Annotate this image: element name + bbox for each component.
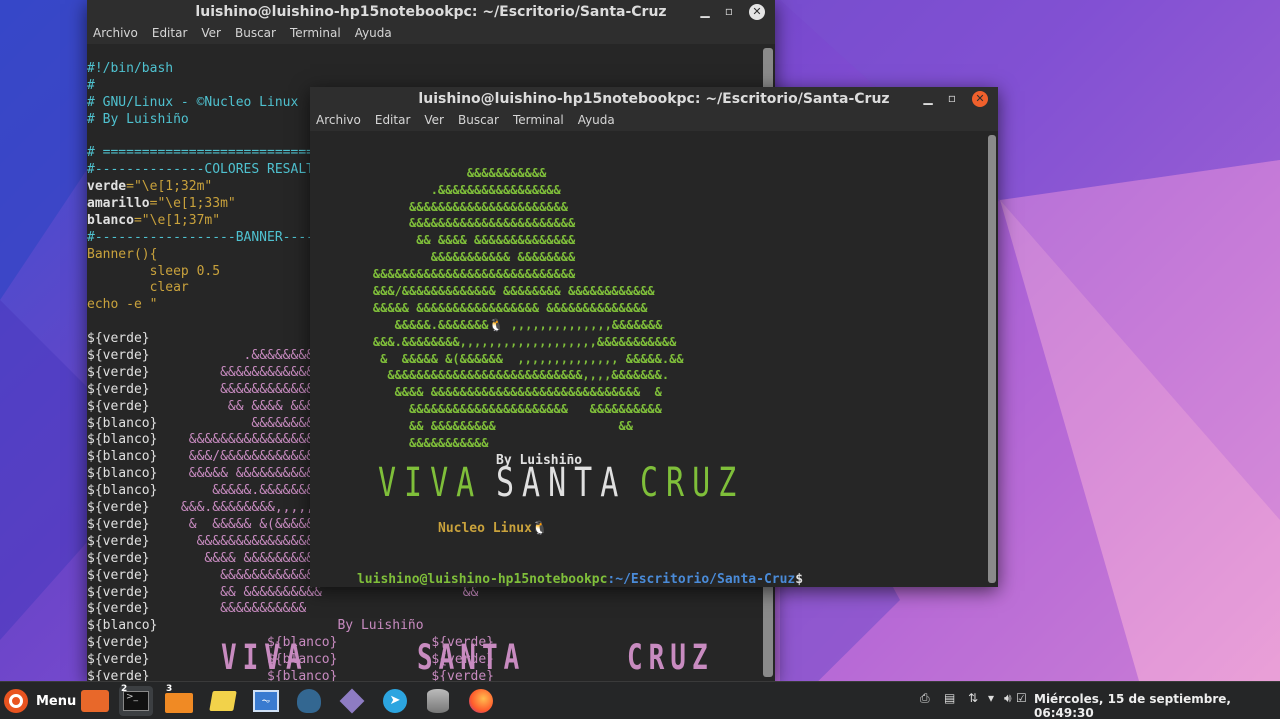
ascii-art-line: &&&& &&&&&&&&&&&&&&&&&&&&&&&&&&&&& & bbox=[344, 385, 662, 400]
front-window-title: luishino@luishino-hp15notebookpc: ~/Escr… bbox=[418, 91, 890, 107]
menu-button[interactable]: Menu bbox=[4, 688, 76, 714]
close-icon[interactable]: ✕ bbox=[745, 0, 769, 24]
back-menu-ayuda[interactable]: Ayuda bbox=[355, 26, 392, 40]
prompt-user: luishino@luishino-hp15notebookpc bbox=[356, 571, 608, 587]
package-cube-icon[interactable] bbox=[335, 686, 369, 716]
ascii-art-line: &&&&&&&&&&&&&&&&&&&&&&&&&&&,,,,&&&&&&&. bbox=[344, 368, 670, 383]
folder-window-count: 3 bbox=[166, 684, 173, 694]
system-monitor-icon[interactable]: ⏦ bbox=[249, 686, 283, 716]
front-scrollbar-thumb[interactable] bbox=[988, 135, 996, 583]
front-menu-terminal[interactable]: Terminal bbox=[513, 113, 564, 127]
ascii-art: &&&&&&&&&&& .&&&&&&&&&&&&&&&&& &&&&&&&&&… bbox=[344, 131, 684, 452]
minimize-icon[interactable]: ▁ bbox=[693, 0, 717, 24]
ascii-art-line: &&&&&&&&&&& &&&&&&&& bbox=[344, 250, 576, 265]
ascii-art-line bbox=[344, 131, 684, 148]
front-scrollbar[interactable] bbox=[986, 131, 998, 587]
text-editor-icon[interactable] bbox=[206, 686, 240, 716]
volume-icon[interactable]: 🔊︎ bbox=[1004, 691, 1012, 706]
nucleo-linux-label: Nucleo Linux🐧 bbox=[438, 521, 549, 536]
ascii-art-line: &&&/&&&&&&&&&&&&& &&&&&&&& &&&&&&&&&&&& bbox=[344, 284, 655, 299]
back-menu-buscar[interactable]: Buscar bbox=[235, 26, 276, 40]
big-word-viva: VIVA bbox=[378, 459, 483, 507]
clipboard-icon[interactable]: ▤ bbox=[944, 691, 955, 705]
back-terminal-line: ${verde} && &&&&&&&&&& && bbox=[87, 584, 479, 600]
taskbar: Menu 2 >_ 3 ⏦ ➤ ⎙ ▤ ⇅ ▾ 🔊︎ ☑ Miércoles, … bbox=[0, 681, 1280, 719]
back-window-title: luishino@luishino-hp15notebookpc: ~/Escr… bbox=[195, 4, 667, 20]
maximize-icon[interactable]: ▫ bbox=[940, 87, 964, 111]
front-window-titlebar[interactable]: luishino@luishino-hp15notebookpc: ~/Escr… bbox=[310, 87, 998, 111]
front-terminal-content[interactable]: &&&&&&&&&&& .&&&&&&&&&&&&&&&&& &&&&&&&&&… bbox=[310, 131, 986, 587]
back-big-word-santa: SANTA bbox=[417, 638, 526, 679]
telegram-icon[interactable]: ➤ bbox=[378, 686, 412, 716]
front-menu-ayuda[interactable]: Ayuda bbox=[578, 113, 615, 127]
front-menu-editar[interactable]: Editar bbox=[375, 113, 411, 127]
ascii-art-line: &&&.&&&&&&&&,,,,,,,,,,,,,,,,,,,&&&&&&&&&… bbox=[344, 334, 677, 349]
front-menu-archivo[interactable]: Archivo bbox=[316, 113, 361, 127]
ascii-art-line: &&&&&.&&&&&&&🐧 ,,,,,,,,,,,,,,&&&&&&& bbox=[344, 317, 663, 332]
ascii-art-line: .&&&&&&&&&&&&&&&&& bbox=[344, 182, 561, 197]
terminal-icon[interactable]: 2 >_ bbox=[119, 684, 153, 716]
printer-icon[interactable]: ⎙ bbox=[920, 691, 930, 706]
front-menu-buscar[interactable]: Buscar bbox=[458, 113, 499, 127]
back-menu-terminal[interactable]: Terminal bbox=[290, 26, 341, 40]
ascii-art-line: & &&&&& &(&&&&&& ,,,,,,,,,,,,,, &&&&&.&& bbox=[344, 351, 684, 366]
check-icon[interactable]: ☑ bbox=[1016, 691, 1027, 705]
file-manager-icon[interactable] bbox=[78, 686, 112, 716]
back-big-word-viva: VIVA bbox=[221, 638, 308, 679]
postgres-elephant-icon[interactable] bbox=[292, 686, 326, 716]
front-window-menubar: Archivo Editar Ver Buscar Terminal Ayuda bbox=[310, 111, 998, 131]
database-icon[interactable] bbox=[421, 686, 455, 716]
back-window-menubar: Archivo Editar Ver Buscar Terminal Ayuda bbox=[87, 24, 775, 44]
ascii-art-line: &&&&&&&&&&&&&&&&&&&&&& &&&&&&&&&& bbox=[344, 402, 662, 417]
front-terminal-window[interactable]: luishino@luishino-hp15notebookpc: ~/Escr… bbox=[310, 87, 998, 587]
ascii-art-line: &&&&&&&&&&&&&&&&&&&&&& bbox=[344, 199, 568, 214]
back-menu-editar[interactable]: Editar bbox=[152, 26, 188, 40]
ascii-art-line: &&&&&&&&&&&&&&&&&&&&&&& bbox=[344, 216, 576, 231]
back-big-word-cruz: CRUZ bbox=[627, 638, 714, 679]
ascii-art-line: &&&&&&&&&&& bbox=[344, 165, 547, 180]
terminal-window-count: 2 bbox=[121, 684, 128, 694]
ascii-art-line: &&&&&&&&&&&&&&&&&&&&&&&&&&&& bbox=[344, 267, 576, 282]
prompt-path: :~/Escritorio/Santa-Cruz bbox=[607, 571, 796, 587]
ascii-art-line: && &&&& &&&&&&&&&&&&&& bbox=[344, 233, 576, 248]
wifi-icon[interactable]: ▾ bbox=[988, 691, 994, 705]
back-terminal-line: #!/bin/bash bbox=[87, 60, 174, 76]
back-terminal-line bbox=[87, 44, 761, 61]
menu-label: Menu bbox=[36, 693, 77, 709]
close-icon[interactable]: ✕ bbox=[968, 87, 992, 111]
ascii-art-line: &&&&& &&&&&&&&&&&&&&&&& &&&&&&&&&&&&&& bbox=[344, 300, 648, 315]
ascii-art-line: && &&&&&&&&& && bbox=[344, 419, 633, 434]
folder-icon[interactable]: 3 bbox=[162, 684, 196, 716]
shell-prompt[interactable]: luishino@luishino-hp15notebookpc:~/Escri… bbox=[310, 555, 803, 587]
maximize-icon[interactable]: ▫ bbox=[717, 0, 741, 24]
minimize-icon[interactable]: ▁ bbox=[916, 87, 940, 111]
prompt-symbol: $ bbox=[795, 571, 804, 587]
firefox-icon[interactable] bbox=[464, 686, 498, 716]
big-word-cruz: CRUZ bbox=[640, 459, 745, 507]
back-terminal-line: ${blanco} By Luishiño bbox=[87, 618, 424, 634]
network-icon[interactable]: ⇅ bbox=[968, 691, 978, 705]
back-menu-archivo[interactable]: Archivo bbox=[93, 26, 138, 40]
front-menu-ver[interactable]: Ver bbox=[424, 113, 444, 127]
back-menu-ver[interactable]: Ver bbox=[201, 26, 221, 40]
big-word-santa: SANTA bbox=[496, 459, 627, 507]
back-window-titlebar[interactable]: luishino@luishino-hp15notebookpc: ~/Escr… bbox=[87, 0, 775, 24]
back-terminal-line: ${verde} &&&&&&&&&&& bbox=[87, 601, 307, 617]
clock[interactable]: Miércoles, 15 de septiembre, 06:49:30 bbox=[1034, 692, 1280, 719]
ascii-art-line: &&&&&&&&&&& bbox=[344, 436, 489, 451]
ubuntu-logo-icon bbox=[4, 689, 28, 713]
ascii-art-line bbox=[344, 148, 684, 165]
